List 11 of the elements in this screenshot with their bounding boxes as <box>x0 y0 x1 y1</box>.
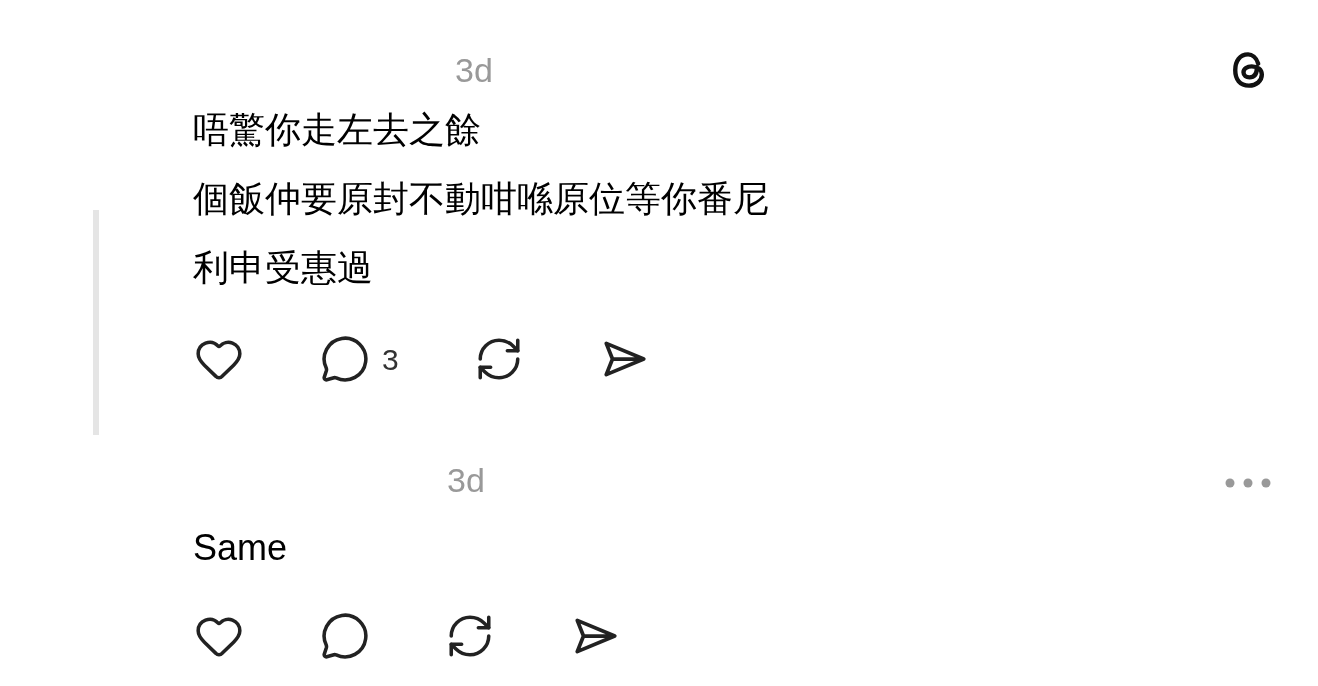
post-text: 利申受惠過 <box>193 246 374 290</box>
reply-button[interactable]: 3 <box>320 334 399 384</box>
post-text: 個飯仲要原封不動咁喺原位等你番尼 <box>193 177 770 221</box>
comment-icon <box>320 334 370 384</box>
reply-button[interactable] <box>320 611 370 661</box>
more-icon <box>1225 478 1271 488</box>
comment-icon <box>320 611 370 661</box>
post-text: Same <box>193 526 289 570</box>
post-time: 3d <box>447 459 485 501</box>
post-text: 唔驚你走左去之餘 <box>193 108 482 152</box>
post-time: 3d <box>455 49 493 91</box>
